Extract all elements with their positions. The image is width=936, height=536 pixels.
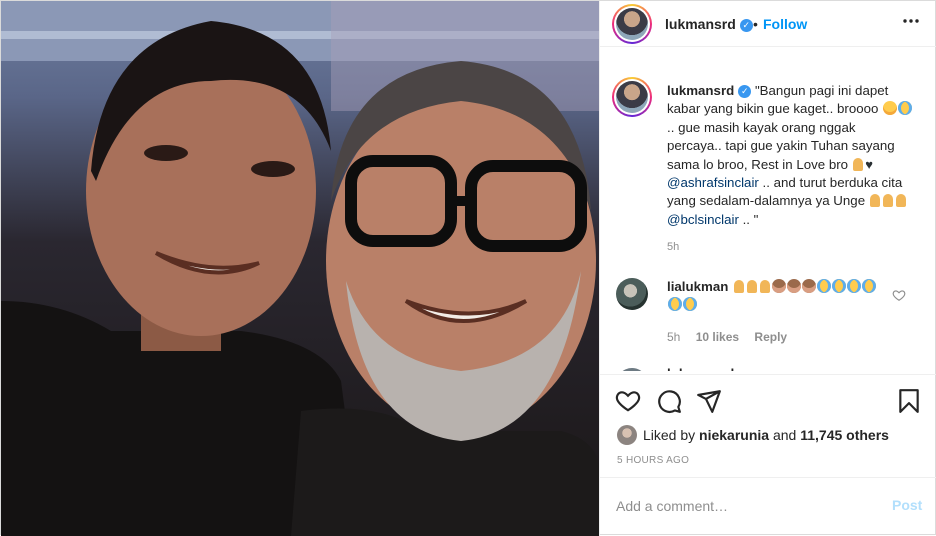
pray-emoji-icon [869, 193, 881, 207]
likes-summary: Liked by niekarunia and 11,745 others [617, 425, 889, 445]
author-username[interactable]: lukmansrd [665, 16, 736, 32]
photo-left-man-eye [251, 161, 295, 177]
likes-count-link[interactable]: 11,745 others [800, 427, 889, 443]
verified-badge-icon: ✓ [740, 19, 753, 32]
cry-emoji-icon [832, 279, 846, 293]
post-photo[interactable] [1, 1, 599, 536]
crying-face-emoji-icon [898, 101, 912, 115]
follow-button[interactable]: Follow [763, 16, 807, 32]
post-side-panel: lukmansrd✓ • Follow lukmansrd✓ "Bangun p… [599, 1, 936, 536]
comment-meta: 5h 10 likes Reply [667, 330, 799, 344]
post-header: lukmansrd ✓ • Follow [600, 1, 936, 47]
cry-emoji-icon [847, 279, 861, 293]
liker-avatar[interactable] [617, 425, 637, 445]
heart-icon[interactable] [615, 388, 641, 414]
monkey-emoji-icon [802, 279, 816, 293]
comment-likes[interactable]: 10 likes [696, 330, 739, 344]
sad-face-emoji-icon [883, 101, 897, 115]
comment-time[interactable]: 5h [667, 330, 680, 344]
bookmark-icon[interactable] [896, 388, 922, 414]
add-comment-bar: Post [600, 477, 936, 536]
more-options-icon[interactable] [899, 9, 923, 33]
avatar-image [616, 8, 648, 40]
likes-conjunction: and [773, 427, 796, 443]
post-actions: Liked by niekarunia and 11,745 others 5 … [600, 374, 936, 476]
pray-emoji-icon [895, 193, 907, 207]
cry-emoji-icon [817, 279, 831, 293]
black-heart-emoji-icon: ♥ [865, 156, 873, 174]
monkey-emoji-icon [787, 279, 801, 293]
pray-emoji-icon [733, 279, 745, 293]
next-commenter-avatar[interactable] [616, 368, 648, 371]
mention-link[interactable]: @ashrafsinclair [667, 175, 759, 190]
pray-emoji-icon [852, 157, 864, 171]
caption-timestamp[interactable]: 5h [667, 241, 679, 253]
cry-emoji-icon [668, 297, 682, 311]
header-separator: • [753, 16, 758, 32]
caption-text-part: .. " [743, 212, 759, 227]
avatar-image [616, 81, 648, 113]
mention-link[interactable]: @bclsinclair [667, 212, 739, 227]
post-timestamp[interactable]: 5 HOURS AGO [617, 455, 689, 466]
post-comment-button[interactable]: Post [892, 497, 922, 513]
commenter-avatar[interactable] [616, 278, 648, 310]
share-icon[interactable] [696, 388, 722, 414]
comment-icon[interactable] [656, 388, 682, 414]
caption-username[interactable]: lukmansrd [667, 83, 734, 98]
photo-illustration [1, 1, 599, 536]
commenter-username[interactable]: lialukman [667, 279, 728, 294]
comment-heart-icon[interactable] [892, 288, 906, 302]
cry-emoji-icon [862, 279, 876, 293]
instagram-post: lukmansrd✓ • Follow lukmansrd✓ "Bangun p… [0, 0, 936, 535]
next-commenter-username[interactable]: lukmansrd [667, 366, 734, 371]
monkey-emoji-icon [772, 279, 786, 293]
post-caption: lukmansrd✓ "Bangun pagi ini dapet kabar … [667, 82, 913, 229]
add-comment-input[interactable] [616, 496, 866, 516]
pray-emoji-icon [746, 279, 758, 293]
author-username-link[interactable]: lukmansrd ✓ [665, 16, 753, 32]
verified-badge-icon: ✓ [738, 85, 751, 98]
cry-emoji-icon [683, 297, 697, 311]
comments-list[interactable]: lukmansrd✓ "Bangun pagi ini dapet kabar … [600, 48, 936, 371]
comment-body: lialukman [667, 278, 877, 315]
reply-button[interactable]: Reply [754, 330, 787, 344]
caption-author-avatar[interactable] [612, 77, 652, 117]
pray-emoji-icon [882, 193, 894, 207]
author-avatar[interactable] [612, 4, 652, 44]
likes-prefix: Liked by [643, 427, 695, 443]
pray-emoji-icon [759, 279, 771, 293]
photo-left-man-eye [144, 145, 188, 161]
liker-username[interactable]: niekarunia [699, 427, 769, 443]
